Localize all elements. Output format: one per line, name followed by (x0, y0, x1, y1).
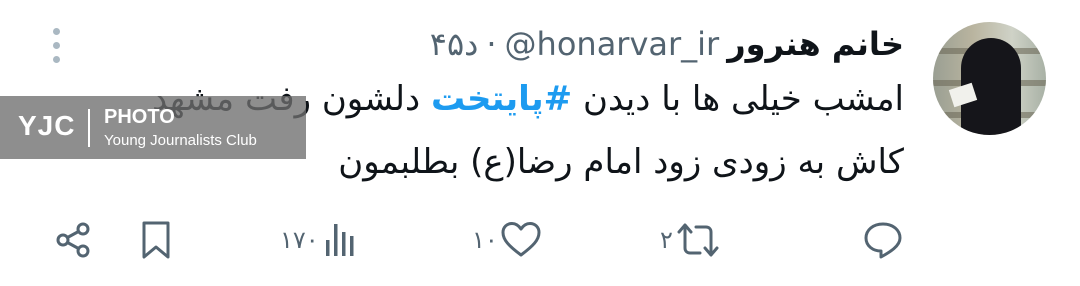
tweet-text-prefix: امشب خیلی ها با دیدن (582, 79, 904, 119)
tweet-text-line-2: کاش به زودی زود امام رضا(ع) بطلبمون (338, 142, 904, 182)
more-dot (53, 28, 60, 35)
heart-icon (500, 220, 542, 260)
hashtag-link[interactable]: #پایتخت (431, 79, 572, 119)
avatar[interactable] (933, 22, 1046, 135)
tweet-time[interactable]: ۴۵د (430, 25, 479, 63)
watermark-divider (88, 109, 90, 147)
like-count: ۱۰ (472, 226, 498, 254)
reply-button[interactable] (862, 212, 904, 268)
yjc-watermark: YJC PHOTO Young Journalists Club (0, 96, 306, 159)
tweet-header: خانم هنرور @honarvar_ir · ۴۵د (430, 22, 904, 66)
more-dot (53, 42, 60, 49)
retweet-icon (675, 220, 721, 260)
tweet[interactable]: خانم هنرور @honarvar_ir · ۴۵د امشب خیلی … (0, 0, 1080, 286)
watermark-brand: YJC (18, 110, 76, 141)
tweet-text: امشب خیلی ها با دیدن #پایتخت دلشون رفت م… (152, 68, 904, 194)
watermark-club: Young Journalists Club (104, 132, 257, 149)
share-icon (53, 219, 95, 261)
more-options-icon[interactable] (45, 26, 67, 66)
bookmark-icon (138, 219, 174, 261)
like-button[interactable]: ۱۰ (472, 212, 542, 268)
watermark-photo: PHOTO (104, 106, 175, 128)
header-separator: · (486, 25, 497, 63)
bookmark-button[interactable] (138, 212, 174, 268)
more-dot (53, 56, 60, 63)
retweet-count: ۲ (660, 226, 673, 254)
author-handle[interactable]: @honarvar_ir (505, 25, 720, 63)
retweet-button[interactable]: ۲ (660, 212, 721, 268)
author-name[interactable]: خانم هنرور (727, 25, 904, 63)
action-bar: ۱۷۰ ۱۰ ۲ (0, 212, 1080, 268)
share-button[interactable] (53, 212, 95, 268)
comment-icon (862, 219, 904, 261)
views-icon (323, 220, 357, 260)
views-button[interactable]: ۱۷۰ (280, 212, 357, 268)
tweet-text-line-1: امشب خیلی ها با دیدن #پایتخت دلشون رفت م… (152, 68, 904, 131)
views-count: ۱۷۰ (280, 226, 319, 254)
